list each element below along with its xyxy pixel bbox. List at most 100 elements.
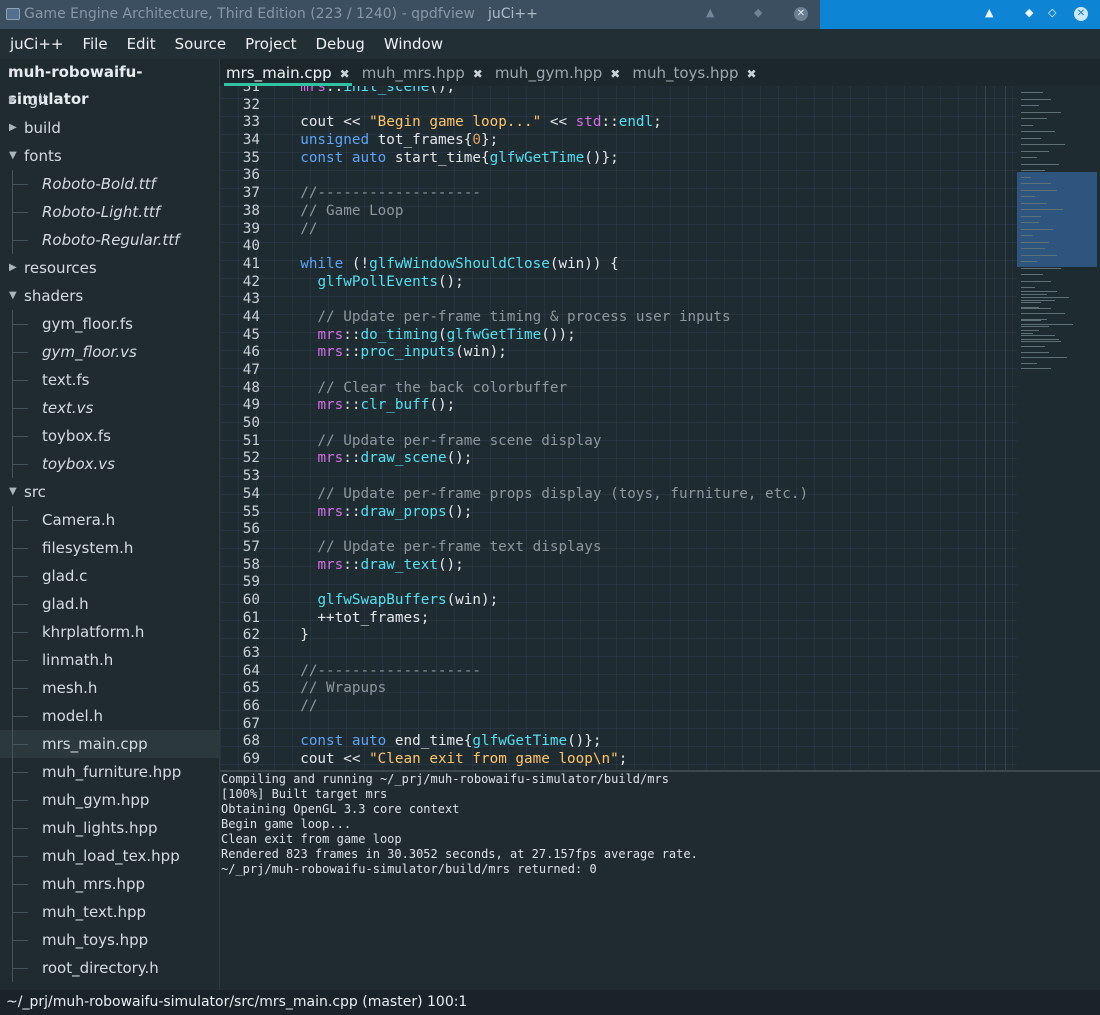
tree-file[interactable]: muh_text.hpp [0, 898, 219, 926]
menu-edit[interactable]: Edit [117, 35, 165, 53]
code-line[interactable]: 31 mrs::init_scene(); [220, 86, 808, 97]
code-line[interactable]: 46 mrs::proc_inputs(win); [220, 344, 808, 362]
tree-file[interactable]: muh_gym.hpp [0, 786, 219, 814]
background-window-titlebar[interactable]: Game Engine Architecture, Third Edition … [0, 0, 820, 29]
tree-file[interactable]: glad.h [0, 590, 219, 618]
code-line[interactable]: 38 // Game Loop [220, 203, 808, 221]
code-line[interactable]: 53 [220, 468, 808, 486]
code-line[interactable]: 40 [220, 238, 808, 256]
terminal-output[interactable]: Compiling and running ~/_prj/muh-robowai… [220, 770, 1100, 992]
tree-folder[interactable]: ▼ shaders [0, 282, 219, 310]
tab-muh-gym-hpp[interactable]: muh_gym.hpp ✖ [489, 59, 627, 86]
code-editor[interactable]: 31 mrs::init_scene(); 32 33 cout << "Begin… [220, 86, 1100, 770]
code-line[interactable]: 47 [220, 362, 808, 380]
code-line[interactable]: 37 //------------------- [220, 185, 808, 203]
tree-file[interactable]: gym_floor.fs [0, 310, 219, 338]
tree-file[interactable]: Camera.h [0, 506, 219, 534]
close-tab-icon[interactable]: ✖ [610, 60, 620, 88]
menu-window[interactable]: Window [374, 35, 452, 53]
code-line[interactable]: 65 // Wrapups [220, 680, 808, 698]
code-line[interactable]: 63 [220, 645, 808, 663]
code-line[interactable]: 50 [220, 415, 808, 433]
tree-file[interactable]: text.fs [0, 366, 219, 394]
code-line[interactable]: 67 [220, 716, 808, 734]
tree-file[interactable]: mrs_main.cpp [0, 730, 219, 758]
code-line[interactable]: 64 //------------------- [220, 663, 808, 681]
close-window-button[interactable]: ✕ [794, 6, 808, 21]
code-line[interactable]: 62 } [220, 627, 808, 645]
tree-folder[interactable]: ▼ src [0, 478, 219, 506]
code-line[interactable]: 68 const auto end_time{glfwGetTime()}; [220, 733, 808, 751]
close-tab-icon[interactable]: ✖ [340, 60, 350, 88]
tree-file[interactable]: mesh.h [0, 674, 219, 702]
minimap[interactable] [1017, 86, 1100, 770]
maximize-icon[interactable]: ◆ [754, 6, 762, 19]
menu-source[interactable]: Source [165, 35, 236, 53]
restore-icon[interactable]: ◆ [1025, 6, 1033, 19]
close-window-button[interactable]: ✕ [1074, 6, 1088, 21]
code-line[interactable]: 52 mrs::draw_scene(); [220, 450, 808, 468]
tree-file[interactable]: root_directory.h [0, 954, 219, 982]
tree-file[interactable]: text.vs [0, 394, 219, 422]
minimap-viewport[interactable] [1017, 172, 1097, 267]
code-line[interactable]: 33 cout << "Begin game loop..." << std::… [220, 114, 808, 132]
tree-folder[interactable]: ▶ .git [0, 86, 219, 114]
tree-folder[interactable]: ▶ resources [0, 254, 219, 282]
tree-file[interactable]: muh_lights.hpp [0, 814, 219, 842]
code-line[interactable]: 60 glfwSwapBuffers(win); [220, 592, 808, 610]
tree-file[interactable]: muh_furniture.hpp [0, 758, 219, 786]
tree-file[interactable]: Roboto-Regular.ttf [0, 226, 219, 254]
code-line[interactable]: 42 glfwPollEvents(); [220, 274, 808, 292]
code-line[interactable]: 54 // Update per-frame props display (to… [220, 486, 808, 504]
code-line[interactable]: 66 // [220, 698, 808, 716]
tree-file[interactable]: glad.c [0, 562, 219, 590]
code-line[interactable]: 41 while (!glfwWindowShouldClose(win)) { [220, 256, 808, 274]
code-line[interactable]: 51 // Update per-frame scene display [220, 433, 808, 451]
code-line[interactable]: 69 cout << "Clean exit from game loop\n"… [220, 751, 808, 769]
tree-file[interactable]: linmath.h [0, 646, 219, 674]
tree-file[interactable]: toybox.vs [0, 450, 219, 478]
close-tab-icon[interactable]: ✖ [747, 60, 757, 88]
tab-muh-toys-hpp[interactable]: muh_toys.hpp ✖ [626, 59, 762, 86]
tree-file[interactable]: muh_toys.hpp [0, 926, 219, 954]
expanded-arrow-icon[interactable]: ▼ [9, 478, 17, 506]
menu-project[interactable]: Project [235, 35, 305, 53]
minimize-icon[interactable]: ▲ [985, 6, 993, 19]
code-line[interactable]: 56 [220, 521, 808, 539]
code-line[interactable]: 36 [220, 167, 808, 185]
collapsed-arrow-icon[interactable]: ▶ [9, 114, 17, 142]
tree-file[interactable]: Roboto-Bold.ttf [0, 170, 219, 198]
tree-file[interactable]: muh_load_tex.hpp [0, 842, 219, 870]
maximize-icon[interactable]: ◇ [1048, 6, 1056, 19]
menu-jucipp[interactable]: juCi++ [0, 35, 72, 53]
code-line[interactable]: 32 [220, 97, 808, 115]
code-line[interactable]: 58 mrs::draw_text(); [220, 557, 808, 575]
tree-file[interactable]: gym_floor.vs [0, 338, 219, 366]
active-window-titlebar[interactable]: ▲ ◆ ◇ ✕ [820, 0, 1100, 29]
close-tab-icon[interactable]: ✖ [473, 60, 483, 88]
minimize-icon[interactable]: ▲ [706, 6, 714, 19]
collapsed-arrow-icon[interactable]: ▶ [9, 86, 17, 114]
code-line[interactable]: 44 // Update per-frame timing & process … [220, 309, 808, 327]
code-line[interactable]: 48 // Clear the back colorbuffer [220, 380, 808, 398]
expanded-arrow-icon[interactable]: ▼ [9, 142, 17, 170]
code-line[interactable]: 43 [220, 291, 808, 309]
code-line[interactable]: 59 [220, 574, 808, 592]
tree-folder[interactable]: ▼ fonts [0, 142, 219, 170]
code-line[interactable]: 35 const auto start_time{glfwGetTime()}; [220, 150, 808, 168]
code-line[interactable]: 39 // [220, 221, 808, 239]
tree-file[interactable]: Roboto-Light.ttf [0, 198, 219, 226]
menu-debug[interactable]: Debug [305, 35, 373, 53]
code-line[interactable]: 34 unsigned tot_frames{0}; [220, 132, 808, 150]
tab-mrs-main-cpp[interactable]: mrs_main.cpp ✖ [220, 59, 356, 86]
tree-file[interactable]: model.h [0, 702, 219, 730]
tree-folder[interactable]: ▶ build [0, 114, 219, 142]
tree-file[interactable]: filesystem.h [0, 534, 219, 562]
code-line[interactable]: 57 // Update per-frame text displays [220, 539, 808, 557]
tab-muh-mrs-hpp[interactable]: muh_mrs.hpp ✖ [356, 59, 489, 86]
code-line[interactable]: 55 mrs::draw_props(); [220, 504, 808, 522]
code-line[interactable]: 61 ++tot_frames; [220, 610, 808, 628]
code-line[interactable]: 45 mrs::do_timing(glfwGetTime()); [220, 327, 808, 345]
project-name[interactable]: muh-robowaifu-simulator [0, 59, 219, 108]
tree-file[interactable]: muh_mrs.hpp [0, 870, 219, 898]
